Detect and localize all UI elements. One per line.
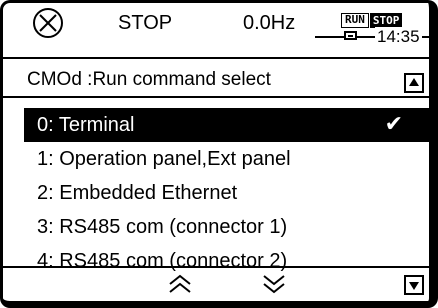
status-bar: STOP 0.0Hz RUN STOP 14:35 bbox=[3, 3, 433, 55]
connection-icon bbox=[344, 31, 357, 40]
output-frequency: 0.0Hz bbox=[243, 12, 296, 34]
list-item-operation-panel[interactable]: 1: Operation panel,Ext panel bbox=[24, 142, 429, 176]
parameter-title: CMOd :Run command select bbox=[27, 69, 271, 90]
check-icon: ✔ bbox=[384, 111, 403, 136]
list-item-terminal[interactable]: 0: Terminal ✔ bbox=[24, 108, 429, 142]
list-item-label: 0: Terminal bbox=[37, 114, 135, 136]
parameter-header: CMOd :Run command select bbox=[3, 65, 429, 95]
list-item-label: 1: Operation panel,Ext panel bbox=[37, 148, 291, 170]
mode-run-label: RUN bbox=[341, 13, 369, 28]
divider-top bbox=[3, 57, 429, 59]
drive-state: STOP bbox=[118, 12, 173, 34]
mode-stop-label: STOP bbox=[369, 13, 403, 28]
stop-circle-icon bbox=[30, 5, 66, 41]
list-item-label: 4: RS485 com (connector 2) bbox=[37, 250, 288, 272]
list-item-rs485-connector-1[interactable]: 3: RS485 com (connector 1) bbox=[24, 210, 429, 244]
display-frame: STOP 0.0Hz RUN STOP 14:35 CMOd :Run comm… bbox=[0, 0, 438, 308]
list-item-label: 2: Embedded Ethernet bbox=[37, 182, 238, 204]
divider-bottom bbox=[3, 266, 429, 268]
list-item-embedded-ethernet[interactable]: 2: Embedded Ethernet bbox=[24, 176, 429, 210]
double-chevron-down-icon[interactable] bbox=[261, 273, 287, 295]
double-chevron-up-icon[interactable] bbox=[167, 273, 193, 295]
scroll-up-icon[interactable] bbox=[404, 73, 424, 93]
divider-header bbox=[3, 96, 429, 98]
navigation-bar bbox=[3, 271, 429, 301]
scroll-down-icon[interactable] bbox=[404, 275, 424, 295]
run-stop-indicator: RUN STOP bbox=[341, 13, 403, 28]
clock-time: 14:35 bbox=[375, 27, 422, 47]
list-item-label: 3: RS485 com (connector 1) bbox=[37, 216, 288, 238]
